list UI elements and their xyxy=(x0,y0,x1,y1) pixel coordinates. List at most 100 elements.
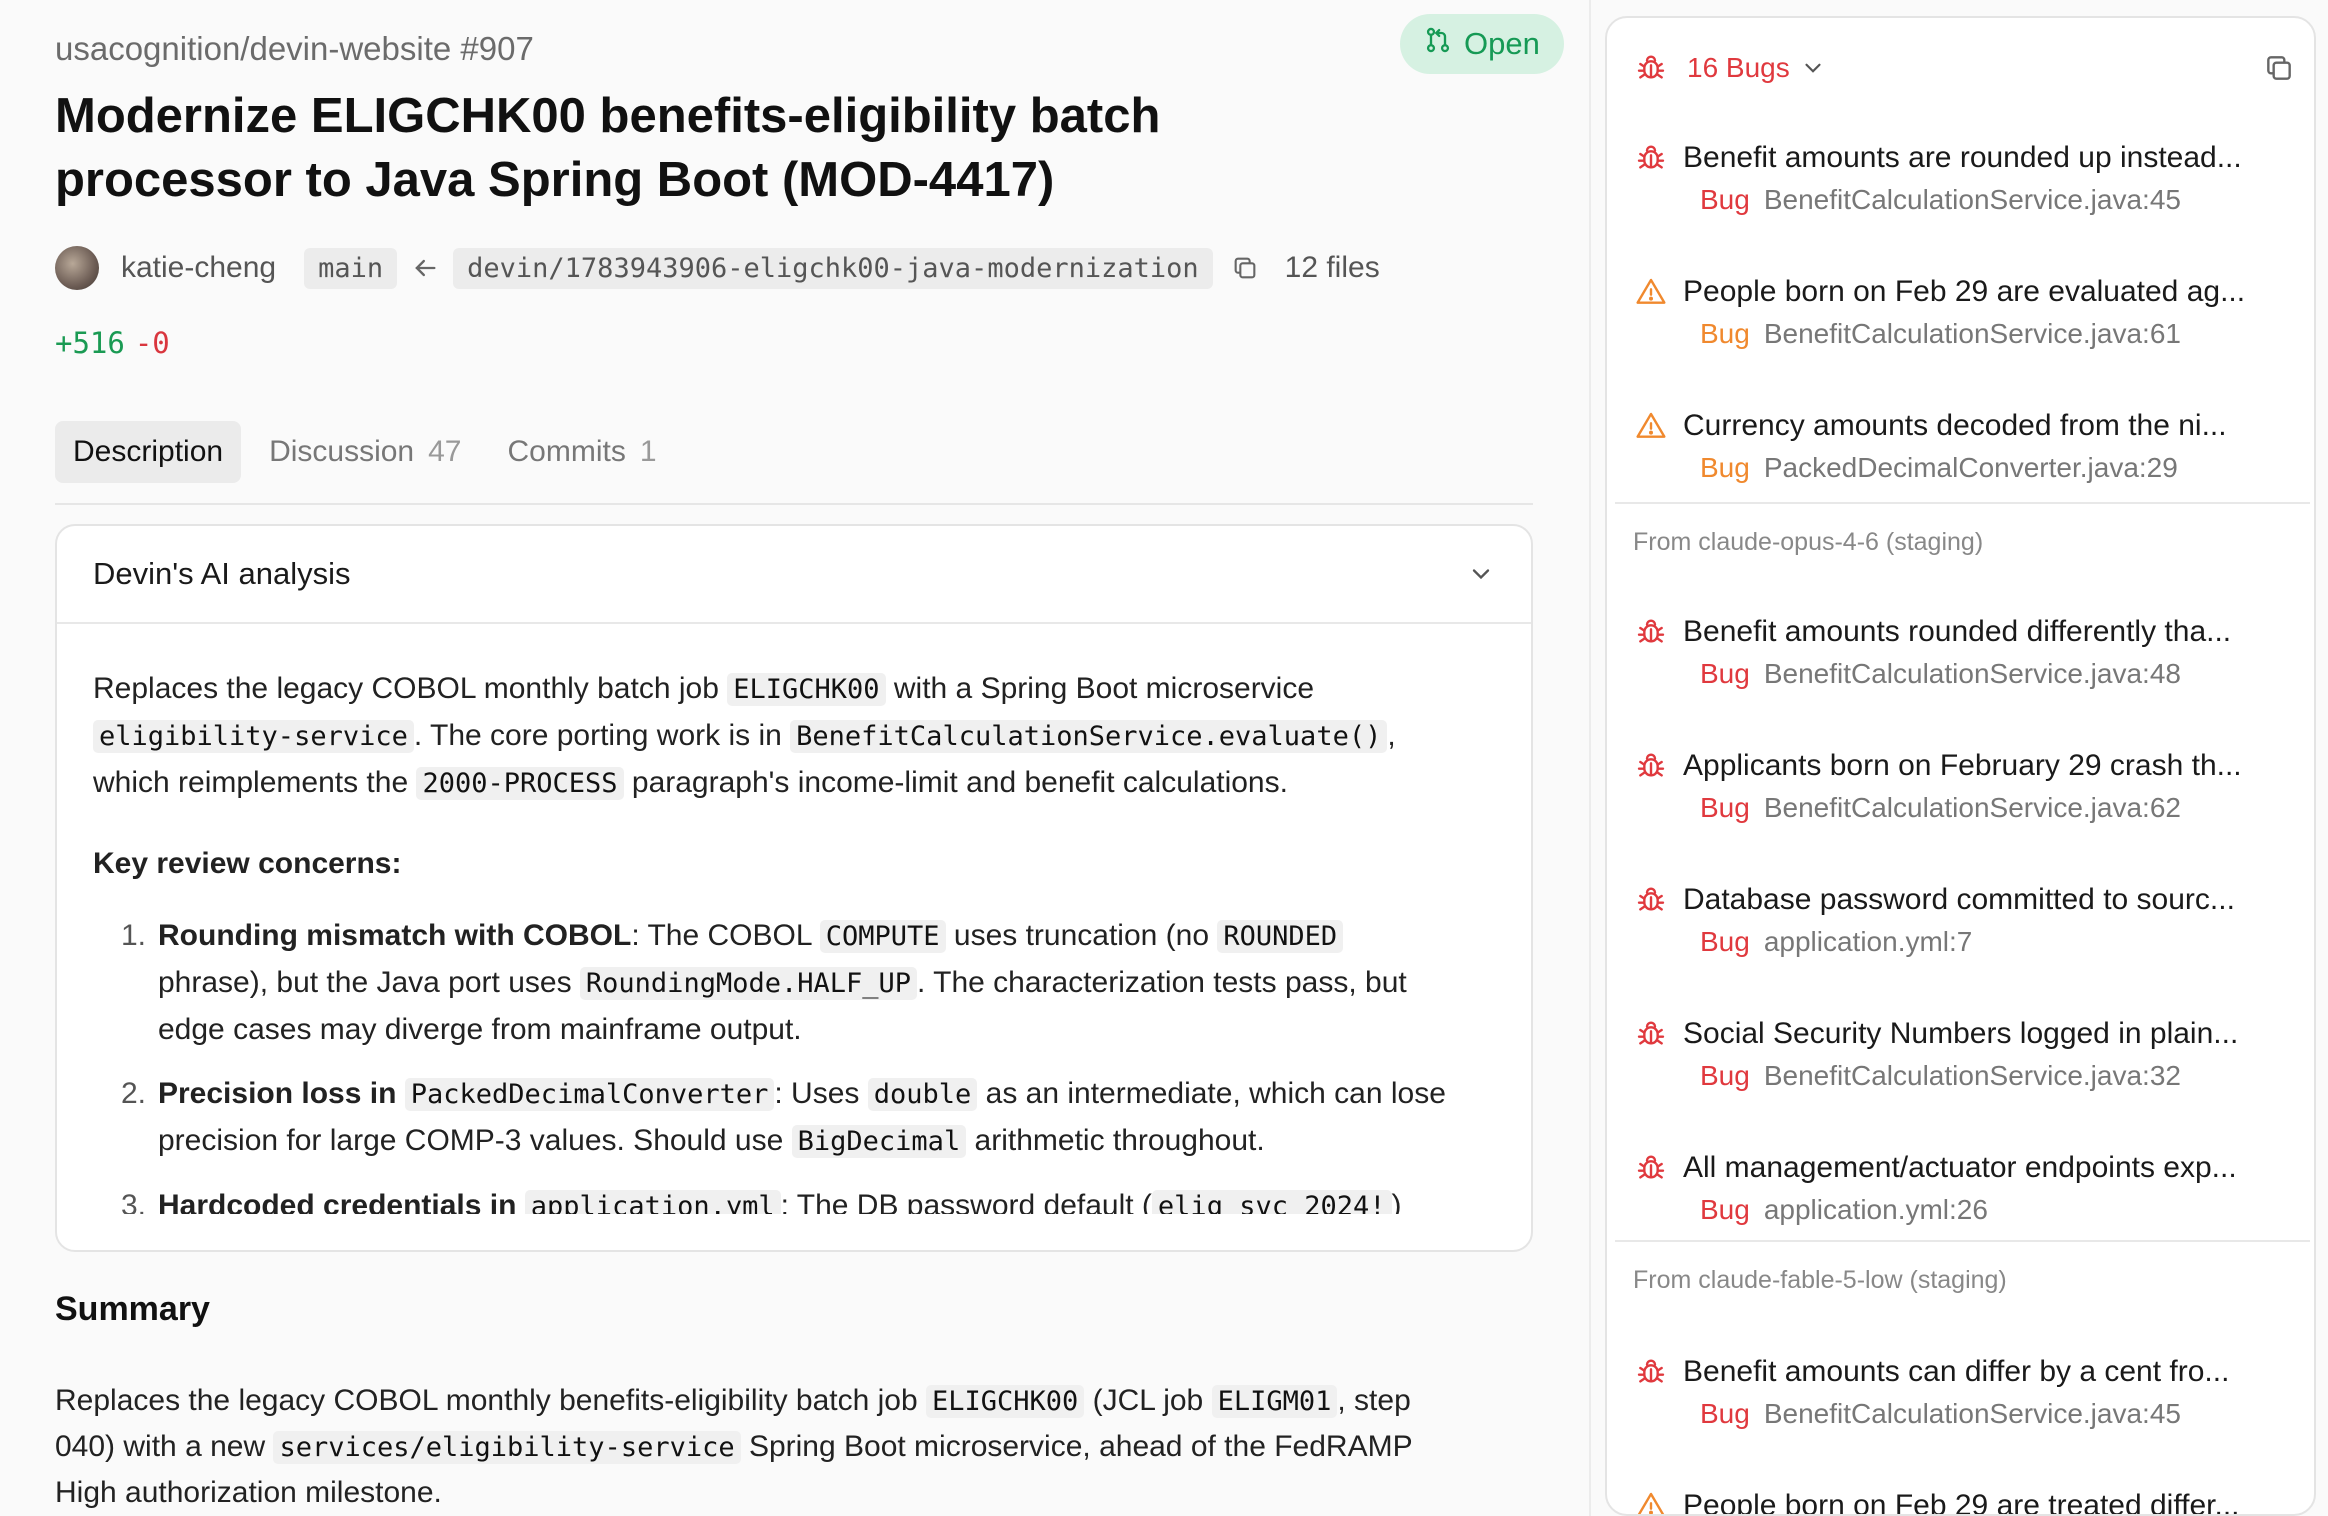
bug-title: Database password committed to sourc... xyxy=(1683,883,2235,916)
bug-tag: Bug xyxy=(1700,318,1750,349)
analysis-intro: Replaces the legacy COBOL monthly batch … xyxy=(93,672,1396,800)
bug-tag: Bug xyxy=(1700,184,1750,215)
head-branch[interactable]: devin/1783943906-eligchk00-java-moderniz… xyxy=(453,247,1213,289)
bug-title: People born on Feb 29 are evaluated ag..… xyxy=(1683,275,2246,308)
bug-icon xyxy=(1635,884,1667,916)
title-line-2: processor to Java Spring Boot (MOD-4417) xyxy=(55,153,1055,207)
warning-icon xyxy=(1635,276,1667,308)
bug-tag: Bug xyxy=(1700,1398,1750,1429)
list-item: 3. Hardcoded credentials in application.… xyxy=(93,1183,1493,1214)
bug-title: Benefit amounts rounded differently tha.… xyxy=(1683,615,2232,648)
pr-main: usacognition/devin-website #907 Open Mod… xyxy=(55,0,1564,1516)
tab-label: Description xyxy=(73,435,224,468)
tab-count: 47 xyxy=(428,435,462,468)
bug-tag: Bug xyxy=(1700,452,1750,483)
bug-icon xyxy=(1635,52,1667,84)
author-name[interactable]: katie-cheng xyxy=(121,251,276,285)
bug-item[interactable]: Database password committed to sourc... B… xyxy=(1635,876,2295,958)
bug-file[interactable]: BenefitCalculationService.java:48 xyxy=(1764,658,2181,689)
bugs-header: 16 Bugs xyxy=(1635,42,2295,94)
bug-item[interactable]: People born on Feb 29 are evaluated ag..… xyxy=(1635,268,2295,350)
bug-icon xyxy=(1635,142,1667,174)
bug-title: Benefit amounts can differ by a cent fro… xyxy=(1683,1355,2230,1388)
bugs-sidebar: 16 Bugs Benefit amounts are rounded up i… xyxy=(1605,16,2316,1516)
column-divider xyxy=(1589,0,1591,1516)
chevron-down-icon[interactable] xyxy=(1800,55,1826,81)
pr-meta: katie-cheng main devin/1783943906-eligch… xyxy=(55,246,1380,290)
pull-request-icon xyxy=(1424,26,1452,62)
warning-icon xyxy=(1635,1490,1667,1514)
additions: +516 xyxy=(55,326,125,360)
group-divider xyxy=(1615,502,2310,504)
tab-discussion[interactable]: Discussion 47 xyxy=(251,421,479,483)
ai-analysis-title: Devin's AI analysis xyxy=(93,556,351,591)
arrow-left-icon xyxy=(411,254,439,282)
ai-analysis-body: Replaces the legacy COBOL monthly batch … xyxy=(93,666,1493,1214)
bug-tag: Bug xyxy=(1700,1060,1750,1091)
bug-icon xyxy=(1635,616,1667,648)
copy-icon[interactable] xyxy=(2263,52,2295,84)
bug-file[interactable]: PackedDecimalConverter.java:29 xyxy=(1764,452,2178,483)
page-title: Modernize ELIGCHK00 benefits-eligibility… xyxy=(55,84,1355,212)
bug-item[interactable]: People born on Feb 29 are treated differ… xyxy=(1635,1482,2295,1516)
bug-title: Benefit amounts are rounded up instead..… xyxy=(1683,141,2242,174)
ai-analysis-header[interactable]: Devin's AI analysis xyxy=(57,526,1531,624)
chevron-down-icon[interactable] xyxy=(1467,560,1495,588)
bug-item[interactable]: Benefit amounts are rounded up instead..… xyxy=(1635,134,2295,216)
concerns-list: 1. Rounding mismatch with COBOL: The COB… xyxy=(93,913,1493,1214)
bug-icon xyxy=(1635,1018,1667,1050)
tab-description[interactable]: Description xyxy=(55,421,242,483)
bug-icon xyxy=(1635,1356,1667,1388)
bug-tag: Bug xyxy=(1700,792,1750,823)
bug-tag: Bug xyxy=(1700,658,1750,689)
summary-text: Replaces the legacy COBOL monthly benefi… xyxy=(55,1384,1413,1509)
bugs-count-dropdown[interactable]: 16 Bugs xyxy=(1687,52,1790,84)
bug-file[interactable]: BenefitCalculationService.java:61 xyxy=(1764,318,2181,349)
bug-tag: Bug xyxy=(1700,1194,1750,1225)
bug-item[interactable]: Benefit amounts rounded differently tha.… xyxy=(1635,608,2295,690)
tab-label: Commits xyxy=(507,435,626,468)
bug-title: Currency amounts decoded from the ni... xyxy=(1683,409,2227,442)
diff-stats: +516 -0 xyxy=(55,326,170,360)
avatar[interactable] xyxy=(55,246,99,290)
bug-icon xyxy=(1635,750,1667,782)
bug-file[interactable]: application.yml:7 xyxy=(1764,926,1973,957)
tab-commits[interactable]: Commits 1 xyxy=(490,421,675,483)
files-changed[interactable]: 12 files xyxy=(1285,251,1380,285)
bug-item[interactable]: Social Security Numbers logged in plain.… xyxy=(1635,1010,2295,1092)
bug-item[interactable]: Applicants born on February 29 crash th.… xyxy=(1635,742,2295,824)
ai-analysis-panel: Devin's AI analysis Replaces the legacy … xyxy=(55,524,1533,1252)
bug-title: Social Security Numbers logged in plain.… xyxy=(1683,1017,2239,1050)
group-label: From claude-opus-4-6 (staging) xyxy=(1633,528,1984,556)
status-label: Open xyxy=(1464,26,1540,61)
status-badge: Open xyxy=(1400,14,1564,74)
bug-file[interactable]: BenefitCalculationService.java:62 xyxy=(1764,792,2181,823)
bug-file[interactable]: BenefitCalculationService.java:45 xyxy=(1764,1398,2181,1429)
bug-item[interactable]: All management/actuator endpoints exp...… xyxy=(1635,1144,2295,1226)
bug-file[interactable]: application.yml:26 xyxy=(1764,1194,1988,1225)
deletions: -0 xyxy=(134,326,170,360)
list-item: 2. Precision loss in PackedDecimalConver… xyxy=(121,1077,1446,1158)
tab-count: 1 xyxy=(639,435,657,468)
warning-icon xyxy=(1635,410,1667,442)
tab-bar: Description Discussion 47 Commits 1 xyxy=(55,421,1533,505)
bug-tag: Bug xyxy=(1700,926,1750,957)
bug-icon xyxy=(1635,1152,1667,1184)
base-branch[interactable]: main xyxy=(304,247,398,289)
summary-heading: Summary xyxy=(55,1290,210,1328)
bug-item[interactable]: Currency amounts decoded from the ni... B… xyxy=(1635,402,2295,484)
group-divider xyxy=(1615,1240,2310,1242)
title-line-1: Modernize ELIGCHK00 benefits-eligibility… xyxy=(55,89,1161,143)
group-label: From claude-fable-5-low (staging) xyxy=(1633,1266,2007,1294)
bug-file[interactable]: BenefitCalculationService.java:32 xyxy=(1764,1060,2181,1091)
repo-reference[interactable]: usacognition/devin-website #907 xyxy=(55,30,534,68)
bug-title: Applicants born on February 29 crash th.… xyxy=(1683,749,2242,782)
bug-title: People born on Feb 29 are treated differ… xyxy=(1683,1489,2240,1516)
list-item: 1. Rounding mismatch with COBOL: The COB… xyxy=(121,919,1407,1046)
copy-icon[interactable] xyxy=(1231,254,1259,282)
tab-label: Discussion xyxy=(269,435,415,468)
key-concerns-heading: Key review concerns: xyxy=(93,847,402,880)
bug-title: All management/actuator endpoints exp... xyxy=(1683,1151,2237,1184)
bug-item[interactable]: Benefit amounts can differ by a cent fro… xyxy=(1635,1348,2295,1430)
bug-file[interactable]: BenefitCalculationService.java:45 xyxy=(1764,184,2181,215)
